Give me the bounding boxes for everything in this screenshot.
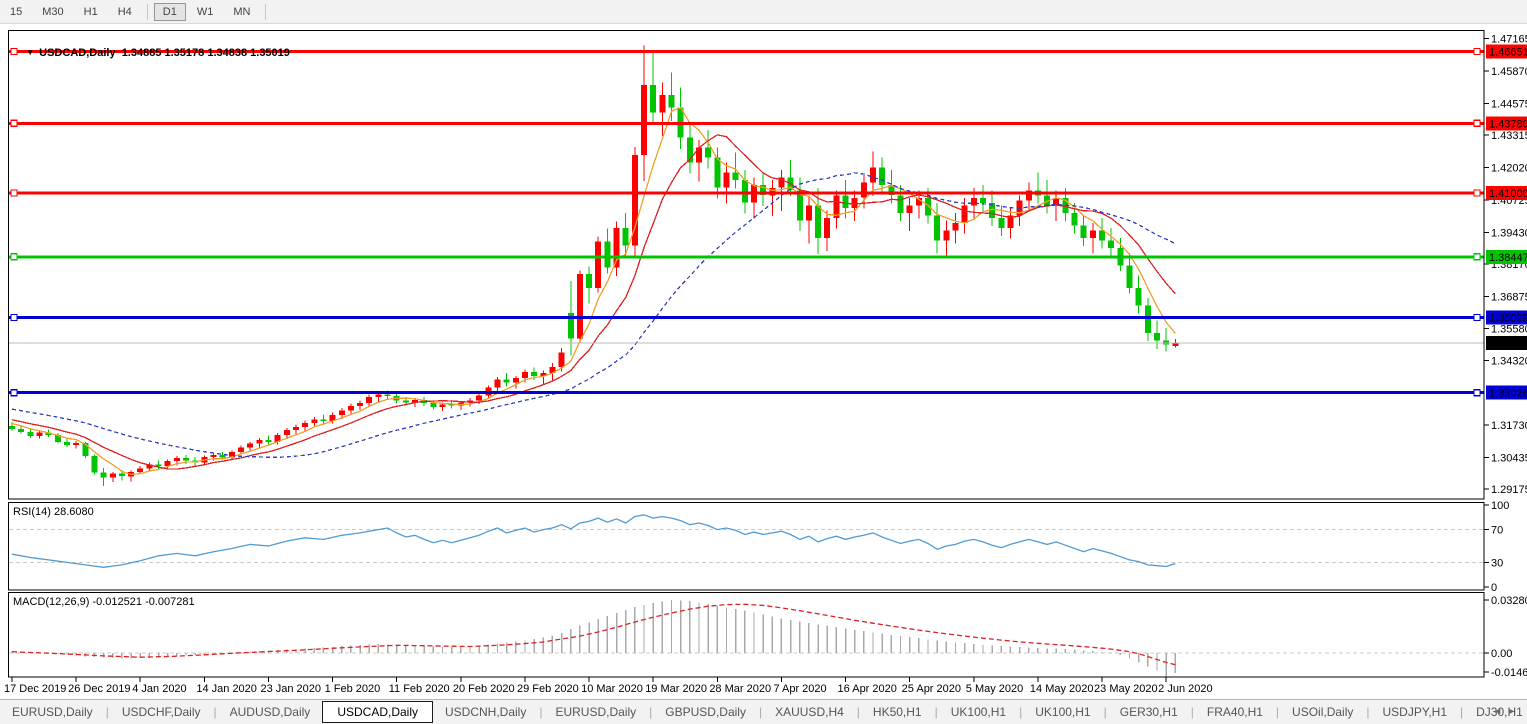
svg-text:1.42020: 1.42020	[1491, 163, 1527, 175]
svg-text:-0.01467: -0.01467	[1491, 667, 1527, 679]
svg-text:1.34320: 1.34320	[1491, 355, 1527, 367]
timeframe-button-15[interactable]: 15	[1, 3, 31, 21]
chart-tab-7-xauusd-h4[interactable]: XAUUSD,H4	[763, 702, 856, 722]
svg-text:23 May 2020: 23 May 2020	[1094, 683, 1158, 695]
chart-tab-14-usdjpy-h1[interactable]: USDJPY,H1	[1371, 702, 1459, 722]
chart-tab-bar: EURUSD,Daily|USDCHF,Daily|AUDUSD,DailyUS…	[0, 699, 1527, 724]
svg-text:1.29175: 1.29175	[1491, 484, 1527, 496]
timeframe-button-m30[interactable]: M30	[33, 3, 72, 21]
chart-tab-0-eurusd-daily[interactable]: EURUSD,Daily	[0, 702, 105, 722]
svg-text:1.47165: 1.47165	[1491, 34, 1527, 46]
tab-scroll-nav: ◄►	[1493, 706, 1521, 716]
svg-text:4 Jan 2020: 4 Jan 2020	[132, 683, 186, 695]
svg-text:14 May 2020: 14 May 2020	[1030, 683, 1094, 695]
svg-text:17 Dec 2019: 17 Dec 2019	[4, 683, 66, 695]
timeframe-button-w1[interactable]: W1	[188, 3, 223, 21]
toolbar-separator	[147, 4, 148, 20]
svg-text:1 Feb 2020: 1 Feb 2020	[325, 683, 381, 695]
tab-separator: |	[539, 705, 542, 719]
chart-tab-3-usdcad-daily[interactable]: USDCAD,Daily	[322, 701, 433, 723]
svg-text:20 Feb 2020: 20 Feb 2020	[453, 683, 515, 695]
tab-separator: |	[649, 705, 652, 719]
svg-text:2 Jun 2020: 2 Jun 2020	[1158, 683, 1212, 695]
svg-text:1.30435: 1.30435	[1491, 453, 1527, 465]
svg-text:1.41000: 1.41000	[1489, 188, 1527, 200]
svg-text:1.31730: 1.31730	[1491, 420, 1527, 432]
timeframe-button-h1[interactable]: H1	[75, 3, 107, 21]
chart-title: ▼ USDCAD,Daily 1.34885 1.35178 1.34838 1.…	[14, 35, 290, 71]
chart-tab-13-usoil-daily[interactable]: USOil,Daily	[1280, 702, 1365, 722]
chart-tab-2-audusd-daily[interactable]: AUDUSD,Daily	[218, 702, 323, 722]
chart-tab-8-hk50-h1[interactable]: HK50,H1	[861, 702, 934, 722]
svg-text:1.33026: 1.33026	[1489, 388, 1527, 400]
tab-separator: |	[935, 705, 938, 719]
svg-text:10 Mar 2020: 10 Mar 2020	[581, 683, 643, 695]
svg-text:1.35580: 1.35580	[1491, 324, 1527, 336]
timeframe-button-h4[interactable]: H4	[109, 3, 141, 21]
tab-separator: |	[214, 705, 217, 719]
chart-tab-6-gbpusd-daily[interactable]: GBPUSD,Daily	[653, 702, 758, 722]
svg-text:1.44575: 1.44575	[1491, 99, 1527, 111]
tab-scroll-right-icon[interactable]: ►	[1507, 706, 1521, 716]
svg-text:7 Apr 2020: 7 Apr 2020	[773, 683, 826, 695]
chart-tab-4-usdcnh-daily[interactable]: USDCNH,Daily	[433, 702, 538, 722]
chart-dropdown-icon[interactable]: ▼	[26, 48, 34, 57]
chart-tab-5-eurusd-daily[interactable]: EURUSD,Daily	[543, 702, 648, 722]
tab-separator: |	[1460, 705, 1463, 719]
svg-text:1.35019: 1.35019	[1489, 338, 1527, 350]
tab-separator: |	[106, 705, 109, 719]
svg-text:14 Jan 2020: 14 Jan 2020	[196, 683, 257, 695]
svg-text:0.00: 0.00	[1491, 648, 1512, 660]
svg-text:28 Mar 2020: 28 Mar 2020	[709, 683, 771, 695]
chart-tab-9-uk100-h1[interactable]: UK100,H1	[939, 702, 1018, 722]
svg-text:30: 30	[1491, 557, 1503, 569]
chart-tab-11-ger30-h1[interactable]: GER30,H1	[1108, 702, 1190, 722]
svg-text:100: 100	[1491, 500, 1509, 512]
chart-tab-1-usdchf-daily[interactable]: USDCHF,Daily	[110, 702, 213, 722]
svg-text:1.39430: 1.39430	[1491, 227, 1527, 239]
timeframe-toolbar: 15M30H1H4 D1W1MN	[0, 0, 1527, 24]
svg-text:29 Feb 2020: 29 Feb 2020	[517, 683, 579, 695]
svg-text:5 May 2020: 5 May 2020	[966, 683, 1023, 695]
svg-text:1.43780: 1.43780	[1489, 118, 1527, 130]
svg-text:1.45870: 1.45870	[1491, 66, 1527, 78]
tab-separator: |	[1191, 705, 1194, 719]
svg-text:16 Apr 2020: 16 Apr 2020	[838, 683, 897, 695]
svg-text:26 Dec 2019: 26 Dec 2019	[68, 683, 130, 695]
tab-separator: |	[1019, 705, 1022, 719]
svg-text:0.032807: 0.032807	[1491, 595, 1527, 607]
tab-scroll-left-icon[interactable]: ◄	[1493, 706, 1507, 716]
svg-text:1.46651: 1.46651	[1489, 47, 1527, 59]
price-chart-canvas[interactable]: 1.471651.458701.445751.433151.420201.407…	[0, 0, 1527, 724]
svg-text:0: 0	[1491, 582, 1497, 594]
tab-separator: |	[1104, 705, 1107, 719]
svg-text:70: 70	[1491, 525, 1503, 537]
rsi-indicator-label: RSI(14) 28.6080	[13, 506, 94, 518]
svg-text:11 Feb 2020: 11 Feb 2020	[389, 683, 450, 695]
svg-text:1.38447: 1.38447	[1489, 252, 1527, 264]
tab-separator: |	[759, 705, 762, 719]
timeframe-button-mn[interactable]: MN	[224, 3, 259, 21]
tab-separator: |	[1276, 705, 1279, 719]
chart-tab-10-uk100-h1[interactable]: UK100,H1	[1023, 702, 1102, 722]
svg-text:19 Mar 2020: 19 Mar 2020	[645, 683, 707, 695]
svg-text:1.43315: 1.43315	[1491, 130, 1527, 142]
tab-bar-list: EURUSD,Daily|USDCHF,Daily|AUDUSD,DailyUS…	[0, 701, 1527, 723]
tab-separator: |	[857, 705, 860, 719]
macd-indicator-label: MACD(12,26,9) -0.012521 -0.007281	[13, 596, 195, 608]
toolbar-separator	[265, 4, 266, 20]
svg-text:23 Jan 2020: 23 Jan 2020	[260, 683, 321, 695]
chart-ohlc-values: 1.34885 1.35178 1.34838 1.35019	[122, 47, 290, 59]
svg-text:1.36875: 1.36875	[1491, 291, 1527, 303]
trading-terminal: 15M30H1H4 D1W1MN 1.47165 1.45870 1.44575 1.4…	[0, 0, 1527, 724]
svg-text:25 Apr 2020: 25 Apr 2020	[902, 683, 961, 695]
chart-tab-12-fra40-h1[interactable]: FRA40,H1	[1195, 702, 1275, 722]
timeframe-button-d1[interactable]: D1	[154, 3, 186, 21]
svg-text:1.36029: 1.36029	[1489, 313, 1527, 325]
tab-separator: |	[1366, 705, 1369, 719]
chart-symbol-label: USDCAD,Daily	[39, 47, 115, 59]
